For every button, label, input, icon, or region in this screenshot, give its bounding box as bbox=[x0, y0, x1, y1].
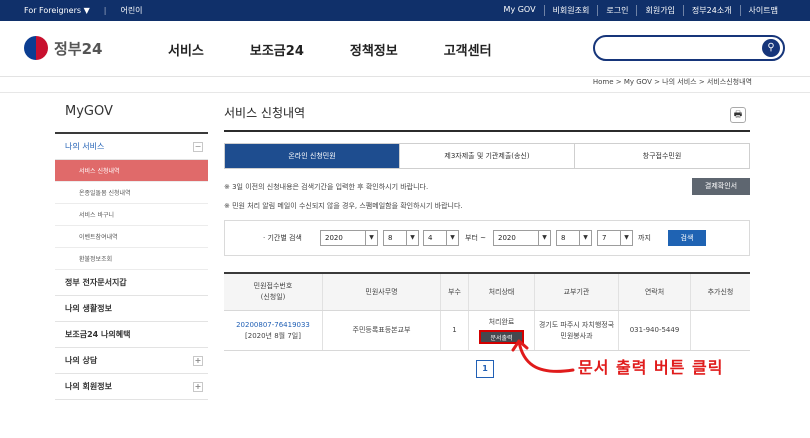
annotation-text: 문서 출력 버튼 클릭 bbox=[578, 358, 724, 377]
login-link[interactable]: 로그인 bbox=[597, 5, 636, 16]
page-1-button[interactable]: 1 bbox=[476, 360, 494, 378]
cell-receipt: 20200807-76419033 [2020년 8월 7일] bbox=[224, 311, 322, 350]
nav-services[interactable]: 서비스 bbox=[168, 40, 204, 59]
chevron-down-icon: ▼ bbox=[446, 231, 458, 245]
tab-counter[interactable]: 창구접수민원 bbox=[574, 144, 749, 168]
status-text: 처리완료 bbox=[488, 318, 515, 326]
main-nav: 서비스 보조금24 정책정보 고객센터 bbox=[168, 40, 492, 59]
search-input[interactable]: ⚲ bbox=[593, 35, 785, 61]
sidebar-item-wallet[interactable]: 정부 전자문서지갑 bbox=[55, 270, 208, 296]
sidebar-item-member-info[interactable]: 나의 회원정보 + bbox=[55, 374, 208, 400]
sidebar-item-life-info[interactable]: 나의 생활정보 bbox=[55, 296, 208, 322]
sidebar-item-counsel[interactable]: 나의 상담 + bbox=[55, 348, 208, 374]
nav-customer-center[interactable]: 고객센터 bbox=[444, 40, 492, 59]
tab-third-party[interactable]: 제3자제출 및 기관제출(송신) bbox=[399, 144, 574, 168]
col-status: 처리상태 bbox=[468, 274, 534, 310]
apply-date: [2020년 8월 7일] bbox=[245, 331, 301, 340]
from-month-select[interactable]: 8 ▼ bbox=[383, 230, 419, 246]
search-button[interactable]: 검색 bbox=[668, 230, 706, 246]
applications-table: 민원접수번호 (신청일) 민원사무명 부수 처리상태 교부기관 연락처 추가신청 … bbox=[224, 272, 750, 351]
divider bbox=[0, 92, 810, 93]
logo[interactable]: 정부24 bbox=[24, 36, 102, 60]
collapse-icon[interactable]: − bbox=[193, 141, 203, 152]
chevron-down-icon: ▼ bbox=[538, 231, 550, 245]
foreigners-link[interactable]: For Foreigners ▼ bbox=[24, 6, 90, 15]
notice-text: ※ 민원 처리 알림 메일이 수신되지 않을 경우, 스팸메일함을 확인하시기 … bbox=[224, 202, 463, 210]
notice-text: ※ 3일 이전의 신청내용은 검색기간을 입력한 후 확인하시기 바랍니다. bbox=[224, 183, 429, 191]
expand-icon[interactable]: + bbox=[193, 381, 203, 392]
sidebar: MyGOV 나의 서비스 − 서비스 신청내역 온종일돌봄 신청내역 서비스 바… bbox=[55, 104, 208, 400]
mygov-link[interactable]: My GOV bbox=[496, 5, 544, 16]
col-extra: 추가신청 bbox=[690, 274, 750, 310]
from-text: 부터 ~ bbox=[465, 234, 486, 242]
table-header: 민원접수번호 (신청일) 민원사무명 부수 처리상태 교부기관 연락처 추가신청 bbox=[224, 274, 750, 311]
page-title: 서비스 신청내역 bbox=[224, 106, 306, 120]
chevron-down-icon: ▼ bbox=[83, 6, 90, 15]
site-header: 정부24 서비스 보조금24 정책정보 고객센터 ⚲ bbox=[0, 21, 810, 77]
chevron-down-icon: ▼ bbox=[579, 231, 591, 245]
annotation-arrow-icon bbox=[511, 339, 575, 373]
expand-icon[interactable]: + bbox=[193, 355, 203, 366]
sidebar-item-benefits[interactable]: 보조금24 나의혜택 bbox=[55, 322, 208, 348]
to-day-select[interactable]: 7 ▼ bbox=[597, 230, 633, 246]
sidebar-title: MyGOV bbox=[65, 104, 113, 119]
cell-contact: 031-940-5449 bbox=[618, 311, 690, 350]
main-content: 서비스 신청내역 🖶 온라인 신청민원 제3자제출 및 기관제출(송신) 창구접… bbox=[224, 104, 750, 378]
to-year-select[interactable]: 2020 ▼ bbox=[493, 230, 551, 246]
sidebar-item-my-services[interactable]: 나의 서비스 − bbox=[55, 134, 208, 160]
taegeuk-logo-icon bbox=[24, 36, 48, 60]
cell-copies: 1 bbox=[440, 311, 468, 350]
receipt-link[interactable]: 20200807-76419033 bbox=[236, 320, 310, 331]
chevron-down-icon: ▼ bbox=[620, 231, 632, 245]
tab-online-applications[interactable]: 온라인 신청민원 bbox=[225, 144, 399, 168]
col-receipt: 민원접수번호 (신청일) bbox=[253, 282, 293, 301]
from-day-select[interactable]: 4 ▼ bbox=[423, 230, 459, 246]
sidebar-sub-refund[interactable]: 환불정보조회 bbox=[55, 248, 208, 270]
col-name: 민원사무명 bbox=[322, 274, 440, 310]
top-utility-bar: For Foreigners ▼ | 어린이 My GOV 비회원조회 로그인 … bbox=[0, 0, 810, 21]
sidebar-sub-care[interactable]: 온종일돌봄 신청내역 bbox=[55, 182, 208, 204]
sitemap-link[interactable]: 사이트맵 bbox=[739, 5, 786, 16]
cell-name: 주민등록표등본교부 bbox=[322, 311, 440, 350]
to-month-select[interactable]: 8 ▼ bbox=[556, 230, 592, 246]
sidebar-sub-events[interactable]: 이벤트참여내역 bbox=[55, 226, 208, 248]
chevron-down-icon: ▼ bbox=[406, 231, 418, 245]
title-divider bbox=[224, 130, 750, 132]
col-agency: 교부기관 bbox=[534, 274, 618, 310]
signup-link[interactable]: 회원가입 bbox=[636, 5, 682, 16]
tab-bar: 온라인 신청민원 제3자제출 및 기관제출(송신) 창구접수민원 bbox=[224, 143, 750, 169]
sidebar-sub-basket[interactable]: 서비스 바구니 bbox=[55, 204, 208, 226]
sidebar-sub-applications[interactable]: 서비스 신청내역 bbox=[55, 160, 208, 182]
table-row: 20200807-76419033 [2020년 8월 7일] 주민등록표등본교… bbox=[224, 311, 750, 351]
cell-extra bbox=[690, 311, 750, 350]
search-icon[interactable]: ⚲ bbox=[762, 39, 780, 57]
col-contact: 연락처 bbox=[618, 274, 690, 310]
payment-confirm-button[interactable]: 결제확인서 bbox=[692, 178, 750, 195]
from-year-select[interactable]: 2020 ▼ bbox=[320, 230, 378, 246]
nav-policy[interactable]: 정책정보 bbox=[350, 40, 398, 59]
to-text: 까지 bbox=[638, 234, 651, 242]
breadcrumb: Home > My GOV > 나의 서비스 > 서비스신청내역 bbox=[592, 78, 752, 86]
kids-link[interactable]: 어린이 bbox=[120, 5, 142, 16]
print-icon[interactable]: 🖶 bbox=[730, 107, 746, 123]
period-filter: · 기간별 검색 2020 ▼ 8 ▼ 4 ▼ 부터 ~ 2020 ▼ 8 ▼ 7 ▼ 까지… bbox=[224, 220, 750, 256]
col-copies: 부수 bbox=[440, 274, 468, 310]
nav-subsidy24[interactable]: 보조금24 bbox=[250, 40, 304, 59]
guest-lookup-link[interactable]: 비회원조회 bbox=[543, 5, 598, 16]
chevron-down-icon: ▼ bbox=[365, 231, 377, 245]
about-link[interactable]: 정부24소개 bbox=[682, 5, 740, 16]
filter-label: · 기간별 검색 bbox=[263, 234, 302, 242]
